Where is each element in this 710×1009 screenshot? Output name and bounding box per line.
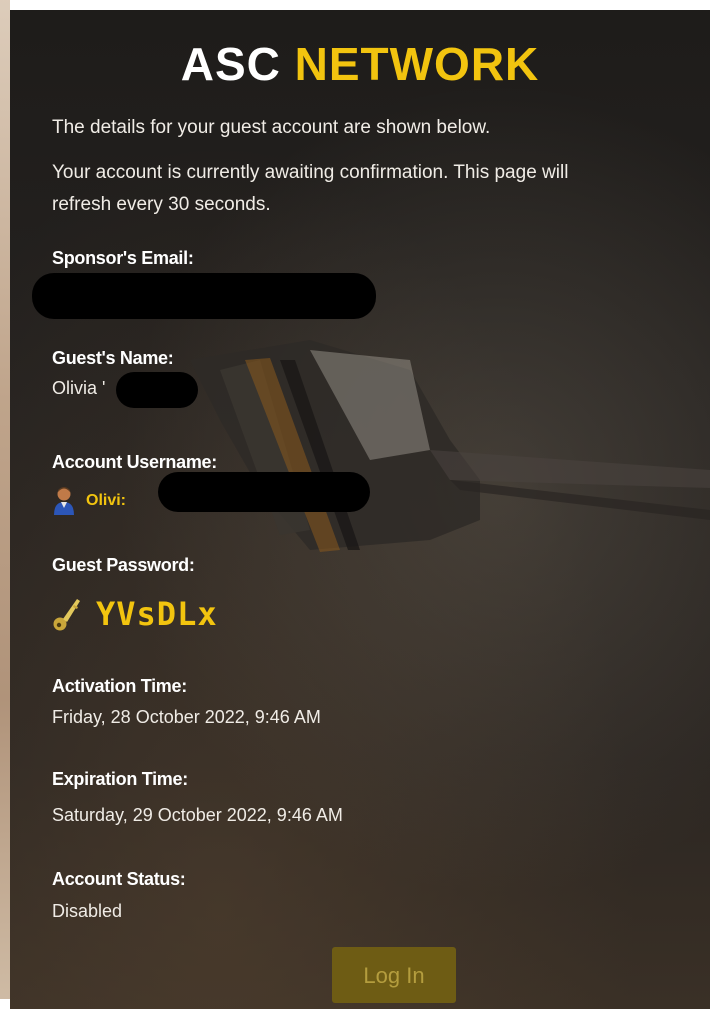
guest-name-redaction bbox=[116, 372, 198, 408]
sponsor-email-redaction bbox=[32, 273, 376, 319]
account-username-row: Olivi: bbox=[52, 484, 126, 518]
guest-name-value: Olivia ' bbox=[52, 378, 106, 398]
page-title: ASC NETWORK bbox=[10, 38, 710, 90]
account-status-label: Account Status: bbox=[52, 869, 186, 889]
login-button[interactable]: Log In bbox=[332, 947, 456, 1003]
awaiting-confirmation-text: Your account is currently awaiting confi… bbox=[52, 162, 569, 183]
content-area: ASC NETWORK The details for your guest a… bbox=[10, 10, 710, 1009]
title-network: NETWORK bbox=[294, 38, 540, 90]
guest-password-label: Guest Password: bbox=[52, 555, 195, 575]
account-username-label: Account Username: bbox=[52, 452, 217, 472]
account-username-value: Olivi: bbox=[86, 492, 127, 509]
guest-password-row: YVsDLx bbox=[52, 590, 218, 638]
expiration-time-label: Expiration Time: bbox=[52, 769, 188, 789]
expiration-time-value: Saturday, 29 October 2022, 9:46 AM bbox=[52, 805, 343, 825]
title-asc: ASC bbox=[180, 38, 281, 90]
activation-time-label: Activation Time: bbox=[52, 676, 187, 696]
refresh-notice-text: refresh every 30 seconds. bbox=[52, 194, 271, 215]
user-icon bbox=[54, 487, 74, 515]
guest-password-value: YVsDLx bbox=[96, 595, 218, 633]
guest-name-label: Guest's Name: bbox=[52, 348, 174, 368]
key-icon bbox=[53, 599, 80, 631]
activation-time-value: Friday, 28 October 2022, 9:46 AM bbox=[52, 707, 321, 727]
left-edge-strip bbox=[0, 0, 10, 999]
intro-text: The details for your guest account are s… bbox=[52, 117, 491, 138]
account-status-value: Disabled bbox=[52, 901, 123, 921]
username-redaction bbox=[158, 472, 370, 512]
sponsor-email-label: Sponsor's Email: bbox=[52, 248, 194, 268]
guest-account-panel: ASC NETWORK The details for your guest a… bbox=[10, 10, 710, 1009]
